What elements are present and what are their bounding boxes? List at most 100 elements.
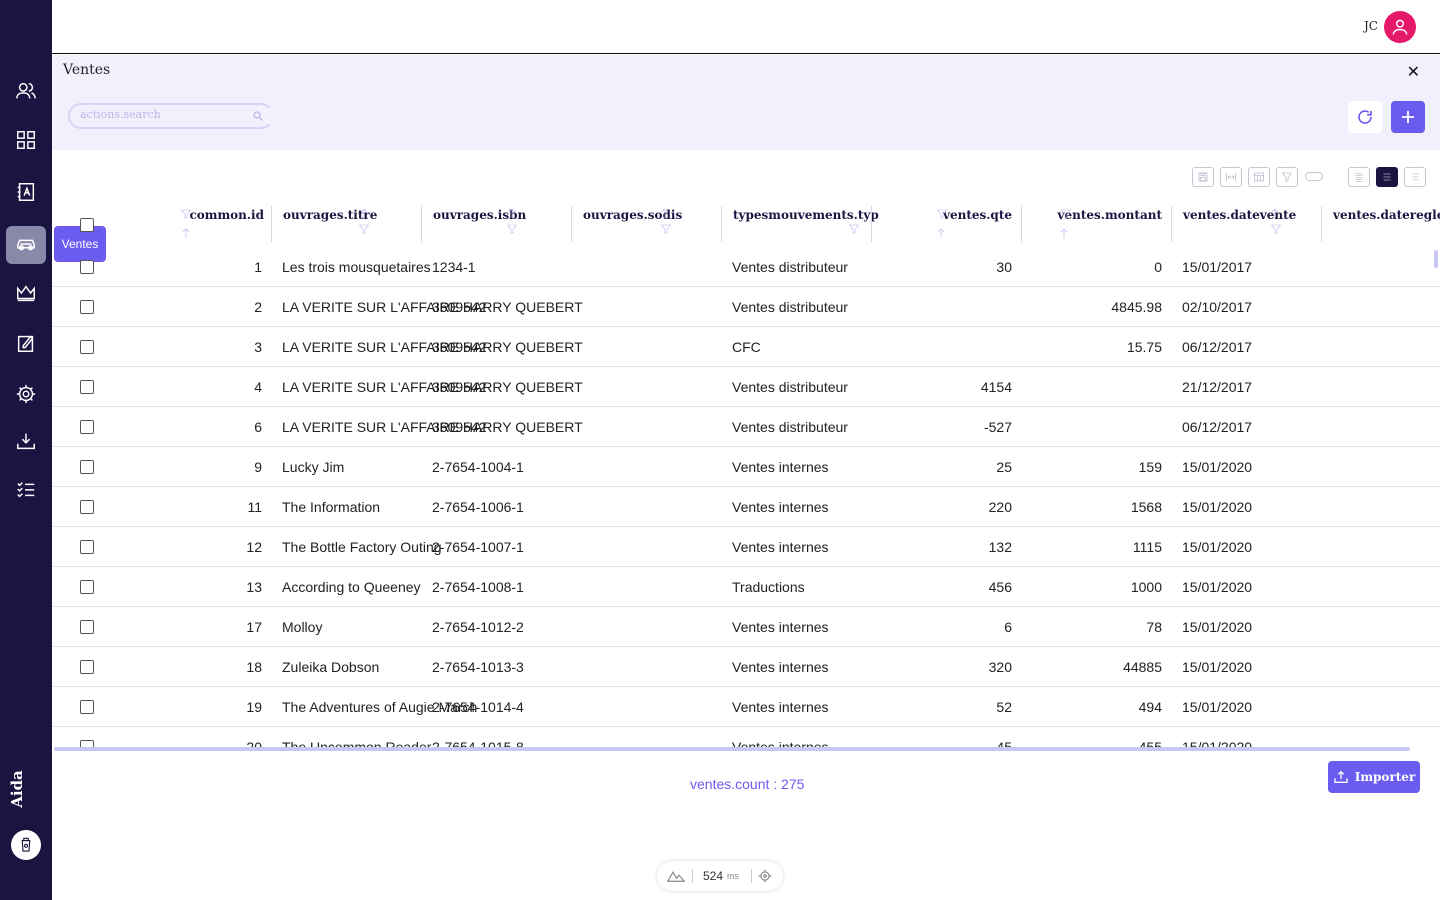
cell-titre: Lucky Jim xyxy=(282,459,345,475)
density-compact-button[interactable] xyxy=(1348,167,1370,187)
column-header-qte[interactable]: ventes.qte xyxy=(872,198,1022,246)
search-input[interactable] xyxy=(80,108,240,121)
density-standard-button[interactable] xyxy=(1376,167,1398,187)
sidebar-item-contacts[interactable] xyxy=(6,173,46,211)
filter-icon xyxy=(660,224,672,234)
crosshair-icon[interactable] xyxy=(758,869,772,883)
save-layout-button[interactable] xyxy=(1192,167,1214,187)
column-header-datevente[interactable]: ventes.datevente xyxy=(1172,198,1322,246)
cell-typ: Ventes internes xyxy=(732,699,829,715)
page-title: Ventes xyxy=(63,62,111,78)
row-checkbox[interactable] xyxy=(80,340,94,354)
sidebar-item-tasks[interactable] xyxy=(6,470,46,508)
row-checkbox[interactable] xyxy=(80,660,94,674)
cell-montant: 1568 xyxy=(1130,499,1162,515)
row-checkbox[interactable] xyxy=(80,380,94,394)
column-header-id[interactable]: common.id xyxy=(122,198,272,246)
record-count: ventes.count : 275 xyxy=(690,776,805,792)
table-row[interactable]: 18 Zuleika Dobson 2-7654-1013-3 Ventes inte… xyxy=(52,647,1440,687)
cell-datevente: 15/01/2020 xyxy=(1182,539,1253,555)
column-header-titre[interactable]: ouvrages.titre xyxy=(272,198,422,246)
close-button[interactable]: ✕ xyxy=(1407,62,1420,81)
filter-icon xyxy=(1060,209,1072,219)
response-time-unit: ms xyxy=(727,871,739,881)
cell-id: 12 xyxy=(246,539,262,555)
vertical-scrollbar[interactable] xyxy=(1434,250,1438,268)
row-checkbox[interactable] xyxy=(80,700,94,714)
cell-titre: The Information xyxy=(282,499,381,515)
sidebar-item-premium[interactable] xyxy=(6,274,46,312)
cell-id: 19 xyxy=(246,699,262,715)
row-checkbox[interactable] xyxy=(80,420,94,434)
column-header-datereglement[interactable]: ventes.datereglement xyxy=(1322,198,1440,246)
add-button[interactable] xyxy=(1391,101,1425,133)
table-row[interactable]: 4 LA VERITE SUR L'AFFAIRE HARRY QUEBERT 36… xyxy=(52,367,1440,407)
fit-columns-button[interactable] xyxy=(1220,167,1242,187)
horizontal-scrollbar[interactable] xyxy=(54,747,1410,751)
refresh-button[interactable] xyxy=(1348,101,1382,133)
table-row[interactable]: 1 Les trois mousquetaires 1234-1 Ventes dis… xyxy=(52,247,1440,287)
density-comfortable-button[interactable] xyxy=(1404,167,1426,187)
select-all-checkbox[interactable] xyxy=(80,218,94,232)
table-row[interactable]: 12 The Bottle Factory Outing 2-7654-1007-1… xyxy=(52,527,1440,567)
row-checkbox[interactable] xyxy=(80,500,94,514)
cell-id: 4 xyxy=(254,379,262,395)
sidebar-item-users[interactable] xyxy=(6,72,46,110)
table-row[interactable]: 6 LA VERITE SUR L'AFFAIRE HARRY QUEBERT 36… xyxy=(52,407,1440,447)
sidebar-item-settings[interactable] xyxy=(6,375,46,413)
cell-datevente: 15/01/2020 xyxy=(1182,459,1253,475)
table-row[interactable]: 19 The Adventures of Augie March 2-7654-10… xyxy=(52,687,1440,727)
column-header-isbn[interactable]: ouvrages.isbn xyxy=(422,198,572,246)
table-row[interactable]: 3 LA VERITE SUR L'AFFAIRE HARRY QUEBERT 36… xyxy=(52,327,1440,367)
table-row[interactable]: 17 Molloy 2-7654-1012-2 Ventes internes 6 78 1… xyxy=(52,607,1440,647)
cell-titre: According to Queeney xyxy=(282,579,421,595)
cell-typ: CFC xyxy=(732,339,761,355)
top-header: JC xyxy=(52,0,1440,54)
filter-icon xyxy=(936,209,948,219)
column-label: common.id xyxy=(189,208,264,222)
toggle-switch[interactable] xyxy=(1305,172,1323,181)
row-checkbox[interactable] xyxy=(80,260,94,274)
column-header-sodis[interactable]: ouvrages.sodis xyxy=(572,198,722,246)
filter-icon xyxy=(848,224,860,234)
row-checkbox[interactable] xyxy=(80,300,94,314)
cell-typ: Ventes internes xyxy=(732,499,829,515)
avatar[interactable] xyxy=(1384,11,1416,43)
table-row[interactable]: 13 According to Queeney 2-7654-1008-1 Tradu… xyxy=(52,567,1440,607)
row-checkbox[interactable] xyxy=(80,620,94,634)
table-row[interactable]: 2 LA VERITE SUR L'AFFAIRE HARRY QUEBERT 36… xyxy=(52,287,1440,327)
cell-id: 11 xyxy=(247,499,262,515)
upload-icon xyxy=(1334,770,1348,783)
row-checkbox[interactable] xyxy=(80,460,94,474)
logo-icon[interactable] xyxy=(11,830,41,860)
cell-titre: Les trois mousquetaires xyxy=(282,259,431,275)
column-label: ventes.qte xyxy=(942,208,1012,222)
edit-document-icon xyxy=(17,335,34,352)
row-checkbox[interactable] xyxy=(80,540,94,554)
sidebar-item-ventes[interactable] xyxy=(6,226,46,264)
panel-header: Ventes ✕ xyxy=(52,55,1440,150)
column-header-typ[interactable]: typesmouvements.typ xyxy=(722,198,879,246)
table-row[interactable]: 9 Lucky Jim 2-7654-1004-1 Ventes internes 25… xyxy=(52,447,1440,487)
filter-button[interactable] xyxy=(1276,167,1298,187)
sidebar-item-dashboard[interactable] xyxy=(6,121,46,159)
table-row[interactable]: 11 The Information 2-7654-1006-1 Ventes int… xyxy=(52,487,1440,527)
import-button[interactable]: Importer xyxy=(1328,761,1420,793)
row-checkbox[interactable] xyxy=(80,580,94,594)
plus-icon xyxy=(1402,111,1414,123)
columns-button[interactable] xyxy=(1248,167,1270,187)
cell-isbn: 2-7654-1007-1 xyxy=(432,539,524,555)
cell-datevente: 15/01/2020 xyxy=(1182,579,1253,595)
sidebar-item-edit[interactable] xyxy=(6,324,46,362)
sort-arrow-icon xyxy=(182,228,190,238)
cell-qte: 30 xyxy=(996,259,1012,275)
cell-datevente: 15/01/2020 xyxy=(1182,659,1253,675)
filter-icon xyxy=(358,224,370,234)
cell-typ: Ventes distributeur xyxy=(732,299,848,315)
cell-montant: 0 xyxy=(1154,259,1162,275)
column-header-montant[interactable]: ventes.montant xyxy=(1022,198,1172,246)
cell-isbn: 3609542 xyxy=(432,299,487,315)
sort-arrow-icon xyxy=(1271,208,1279,218)
sidebar-item-download[interactable] xyxy=(6,422,46,460)
save-icon xyxy=(1198,172,1208,182)
